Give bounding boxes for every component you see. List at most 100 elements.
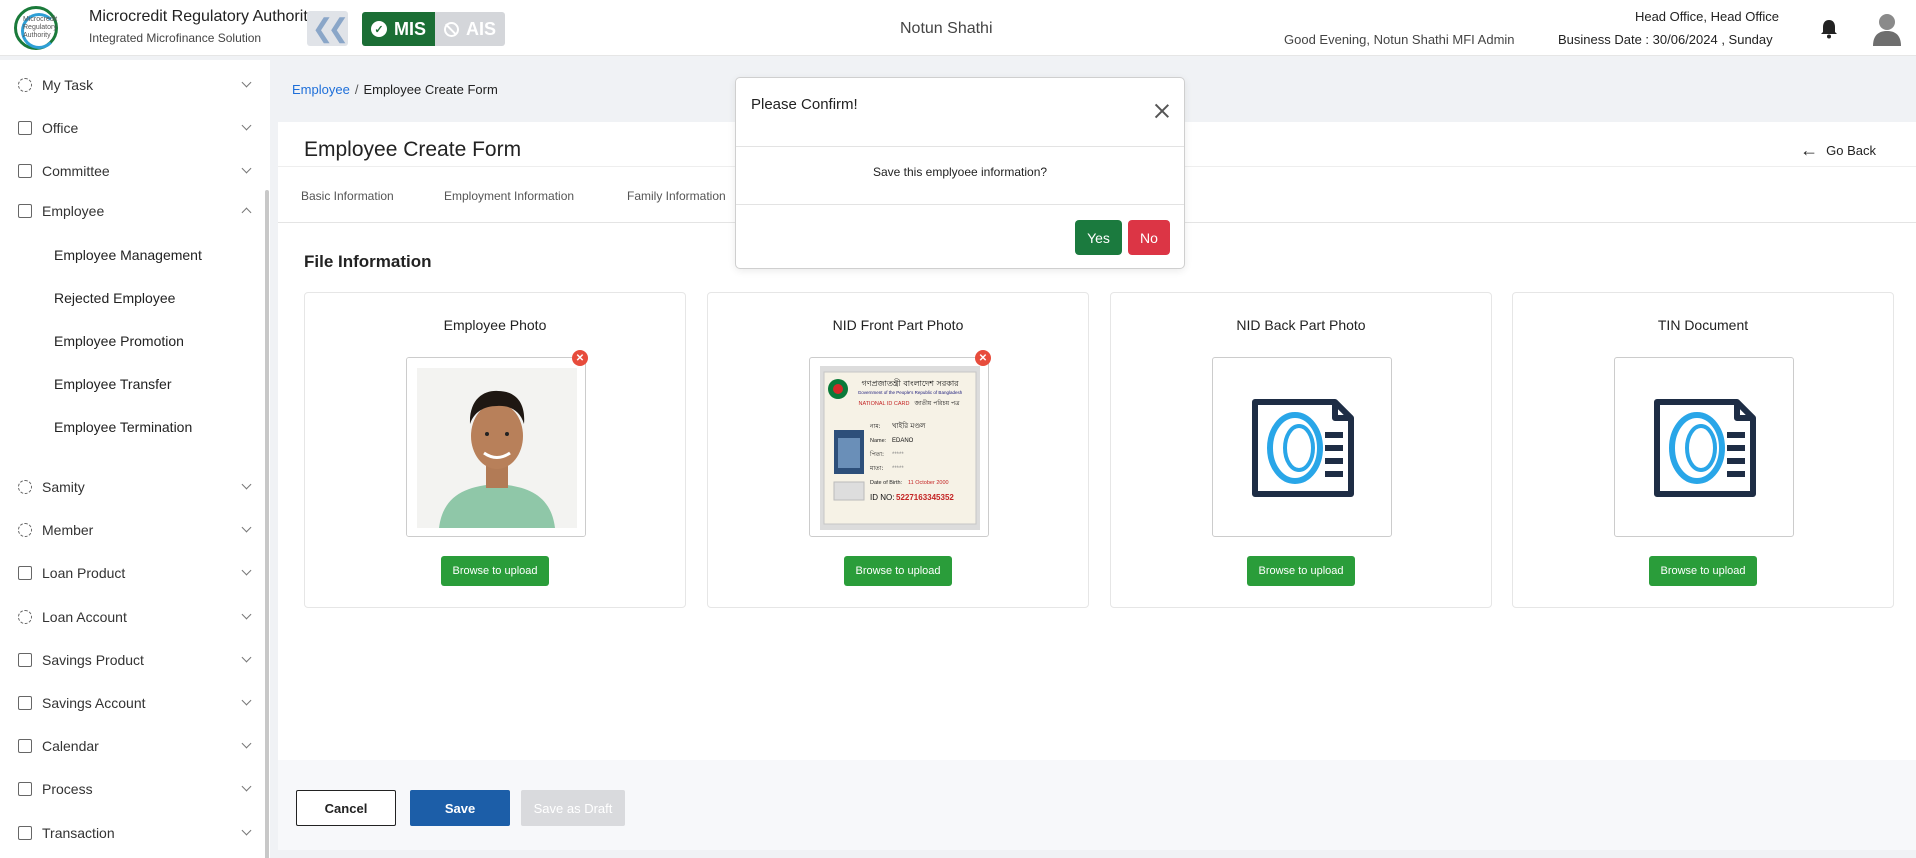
file-card-title: NID Front Part Photo xyxy=(832,317,964,333)
sidebar-item-loan-account[interactable]: Loan Account xyxy=(0,602,262,632)
file-card-tin-document: TIN Document Browse to upload xyxy=(1512,292,1894,608)
sidebar-item-label: Savings Product xyxy=(42,652,144,668)
tab-family-information[interactable]: Family Information xyxy=(627,189,726,203)
chevron-down-icon xyxy=(241,479,252,490)
nid-card-bn: জাতীয় পরিচয় পত্র xyxy=(913,399,960,407)
cancel-button[interactable]: Cancel xyxy=(296,790,396,826)
sidebar-item-label: Office xyxy=(42,120,79,136)
sidebar-item-calendar[interactable]: Calendar xyxy=(0,731,262,761)
file-card-employee-photo: Employee Photo ✕ Browse to upload xyxy=(304,292,686,608)
tab-basic-information[interactable]: Basic Information xyxy=(301,189,394,203)
breadcrumb-current: Employee Create Form xyxy=(363,82,498,97)
chevron-down-icon xyxy=(241,522,252,533)
employee-photo-image xyxy=(407,358,585,536)
office-name: Head Office, Head Office xyxy=(1634,9,1779,24)
file-card-nid-back: NID Back Part Photo Browse to upload xyxy=(1110,292,1492,608)
sidebar-item-savings-account[interactable]: Savings Account xyxy=(0,688,262,718)
sidebar-item-savings-product[interactable]: Savings Product xyxy=(0,645,262,675)
task-icon xyxy=(18,78,32,92)
sidebar-item-label: Process xyxy=(42,781,93,797)
sidebar-item-employee[interactable]: Employee xyxy=(0,196,262,226)
ais-toggle-button[interactable]: AIS xyxy=(435,12,505,46)
nid-mother-label: মাতা: xyxy=(869,465,883,472)
sidebar-subitem-employee-promotion[interactable]: Employee Promotion xyxy=(54,333,184,349)
building-icon xyxy=(18,204,32,218)
users-icon xyxy=(18,523,32,537)
organization-name: Notun Shathi xyxy=(900,20,993,37)
document-placeholder-icon xyxy=(1654,399,1756,497)
remove-photo-icon[interactable]: ✕ xyxy=(572,350,588,366)
building-icon xyxy=(18,566,32,580)
building-icon xyxy=(18,653,32,667)
sidebar-item-process[interactable]: Process xyxy=(0,774,262,804)
chevron-up-icon xyxy=(241,207,252,218)
sidebar-subitem-employee-transfer[interactable]: Employee Transfer xyxy=(54,376,172,392)
sidebar-item-member[interactable]: Member xyxy=(0,515,262,545)
org-title: Microcredit Regulatory Authority xyxy=(89,8,316,25)
chevron-down-icon xyxy=(241,738,252,749)
go-back-button[interactable]: ← Go Back xyxy=(1800,140,1876,161)
sidebar-item-label: Member xyxy=(42,522,94,538)
mis-toggle-button[interactable]: ✓ MIS xyxy=(362,12,435,46)
tab-employment-information[interactable]: Employment Information xyxy=(444,189,574,203)
go-back-label: Go Back xyxy=(1826,143,1876,158)
sidebar-item-label: Employee xyxy=(42,203,105,219)
browse-upload-employee-photo-button[interactable]: Browse to upload xyxy=(441,556,549,586)
org-subtitle: Integrated Microfinance Solution xyxy=(89,31,262,45)
nid-gov-bn: গণপ্রজাতন্ত্রী বাংলাদেশ সরকার xyxy=(861,378,959,388)
user-avatar-icon[interactable] xyxy=(1872,12,1902,46)
double-chevron-left-icon: ❮❮ xyxy=(311,13,349,43)
logo-text: Microcredit Regulatory Authority xyxy=(23,16,58,39)
collapse-sidebar-button[interactable]: ❮❮ xyxy=(307,11,349,46)
dialog-message: Save this emplyoee information? xyxy=(736,147,1184,205)
nid-name-en-value: EDANO xyxy=(892,438,914,444)
sidebar: My Task Office Committee Employee Employ… xyxy=(0,60,270,858)
dialog-title: Please Confirm! xyxy=(751,96,858,113)
sidebar-item-office[interactable]: Office xyxy=(0,113,262,143)
sidebar-item-label: Loan Product xyxy=(42,565,126,581)
sidebar-item-transaction[interactable]: Transaction xyxy=(0,818,262,848)
no-button[interactable]: No xyxy=(1128,220,1170,255)
nid-id-label: ID NO: xyxy=(870,493,894,502)
greeting-text: Good Evening, Notun Shathi MFI Admin xyxy=(1284,32,1515,47)
sidebar-item-label: Samity xyxy=(42,479,85,495)
top-header: Microcredit Regulatory Authority Microcr… xyxy=(0,0,1916,56)
sidebar-item-label: My Task xyxy=(42,77,94,93)
document-placeholder-icon xyxy=(1252,399,1354,497)
sidebar-item-my-task[interactable]: My Task xyxy=(0,70,262,100)
save-as-draft-button[interactable]: Save as Draft xyxy=(521,790,625,826)
chevron-down-icon xyxy=(241,163,252,174)
sidebar-item-committee[interactable]: Committee xyxy=(0,156,262,186)
sidebar-scrollbar[interactable] xyxy=(265,190,269,858)
sidebar-subitem-employee-management[interactable]: Employee Management xyxy=(54,247,202,263)
building-icon xyxy=(18,164,32,178)
confirm-dialog: Please Confirm! Save this emplyoee infor… xyxy=(735,77,1185,269)
sidebar-subitem-rejected-employee[interactable]: Rejected Employee xyxy=(54,290,175,306)
browse-upload-nid-front-button[interactable]: Browse to upload xyxy=(844,556,952,586)
browse-upload-tin-button[interactable]: Browse to upload xyxy=(1649,556,1757,586)
sidebar-item-samity[interactable]: Samity xyxy=(0,472,262,502)
building-icon xyxy=(18,826,32,840)
chevron-down-icon xyxy=(241,77,252,88)
close-icon[interactable] xyxy=(1154,103,1170,119)
mis-label: MIS xyxy=(393,18,426,39)
remove-nid-front-icon[interactable]: ✕ xyxy=(975,350,991,366)
bell-icon[interactable] xyxy=(1820,19,1838,39)
breadcrumb-separator: / xyxy=(354,82,359,97)
sidebar-subitem-employee-termination[interactable]: Employee Termination xyxy=(54,419,192,435)
sidebar-item-loan-product[interactable]: Loan Product xyxy=(0,558,262,588)
breadcrumb: Employee / Employee Create Form xyxy=(292,82,498,97)
breadcrumb-employee-link[interactable]: Employee xyxy=(292,82,350,97)
sidebar-item-label: Loan Account xyxy=(42,609,127,625)
page-title: Employee Create Form xyxy=(304,138,522,161)
dialog-header: Please Confirm! xyxy=(736,78,1184,147)
nid-back-preview xyxy=(1212,357,1392,537)
browse-upload-nid-back-button[interactable]: Browse to upload xyxy=(1247,556,1355,586)
users-icon xyxy=(18,610,32,624)
chevron-down-icon xyxy=(241,609,252,620)
building-icon xyxy=(18,739,32,753)
nid-id-value: 5227163345352 xyxy=(896,493,954,502)
yes-button[interactable]: Yes xyxy=(1075,220,1122,255)
nid-mother-value: ***** xyxy=(892,466,904,472)
save-button[interactable]: Save xyxy=(410,790,510,826)
